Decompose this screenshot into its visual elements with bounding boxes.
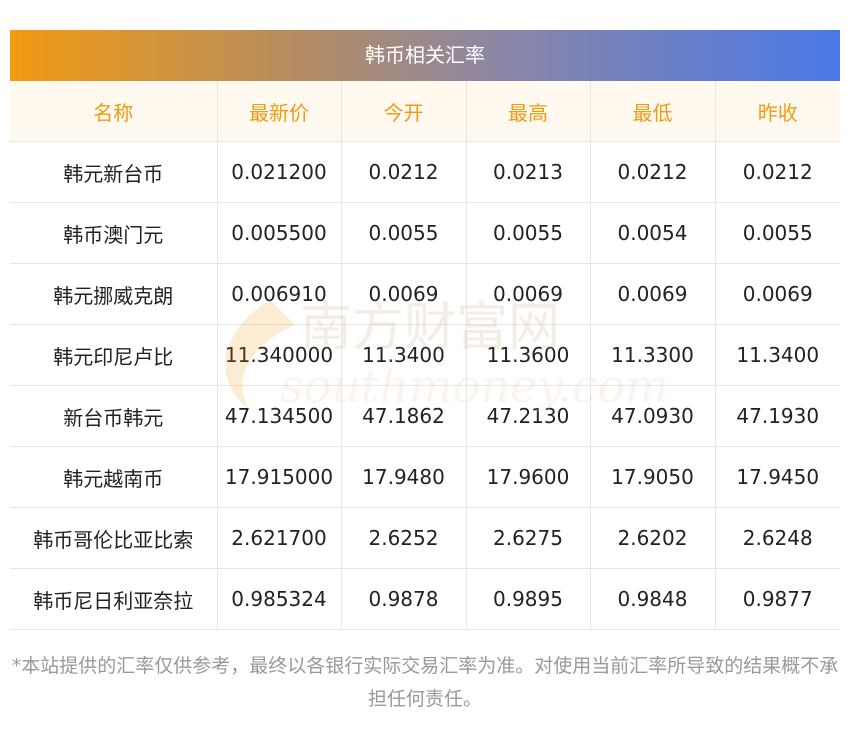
col-header-open: 今开 [341, 81, 467, 142]
cell-open: 0.0069 [341, 263, 467, 325]
cell-latest: 11.340000 [217, 324, 342, 386]
cell-name: 韩币澳门元 [10, 202, 218, 264]
cell-open: 17.9480 [341, 446, 467, 508]
table-row: 新台币韩元 47.134500 47.1862 47.2130 47.0930 … [10, 385, 840, 447]
cell-open: 0.0212 [341, 141, 467, 203]
cell-open: 47.1862 [341, 385, 467, 447]
cell-prev-close: 47.1930 [715, 385, 840, 447]
cell-prev-close: 0.0055 [715, 202, 840, 264]
table-title: 韩币相关汇率 [10, 30, 840, 81]
cell-latest: 0.021200 [217, 141, 342, 203]
cell-low: 2.6202 [590, 507, 716, 569]
cell-name: 韩元新台币 [10, 141, 218, 203]
cell-name: 韩币哥伦比亚比索 [10, 507, 218, 569]
cell-high: 2.6275 [466, 507, 591, 569]
cell-high: 0.9895 [466, 568, 591, 630]
cell-name: 新台币韩元 [10, 385, 218, 447]
col-header-low: 最低 [590, 81, 716, 142]
cell-prev-close: 2.6248 [715, 507, 840, 569]
table-row: 韩元越南币 17.915000 17.9480 17.9600 17.9050 … [10, 446, 840, 508]
table-row: 韩币尼日利亚奈拉 0.985324 0.9878 0.9895 0.9848 0… [10, 568, 840, 630]
cell-high: 0.0069 [466, 263, 591, 325]
cell-low: 0.0054 [590, 202, 716, 264]
cell-prev-close: 0.0212 [715, 141, 840, 203]
cell-low: 0.9848 [590, 568, 716, 630]
header-row: 名称 最新价 今开 最高 最低 昨收 [10, 81, 840, 142]
cell-open: 2.6252 [341, 507, 467, 569]
table-row: 韩元印尼卢比 11.340000 11.3400 11.3600 11.3300… [10, 324, 840, 386]
cell-low: 0.0069 [590, 263, 716, 325]
col-header-latest: 最新价 [217, 81, 342, 142]
cell-low: 0.0212 [590, 141, 716, 203]
cell-latest: 17.915000 [217, 446, 342, 508]
table-row: 韩币澳门元 0.005500 0.0055 0.0055 0.0054 0.00… [10, 202, 840, 264]
col-header-name: 名称 [10, 81, 218, 142]
col-header-prev-close: 昨收 [715, 81, 840, 142]
cell-open: 0.9878 [341, 568, 467, 630]
cell-open: 0.0055 [341, 202, 467, 264]
cell-latest: 0.006910 [217, 263, 342, 325]
cell-prev-close: 17.9450 [715, 446, 840, 508]
cell-high: 11.3600 [466, 324, 591, 386]
table-row: 韩元挪威克朗 0.006910 0.0069 0.0069 0.0069 0.0… [10, 263, 840, 325]
cell-open: 11.3400 [341, 324, 467, 386]
cell-name: 韩元印尼卢比 [10, 324, 218, 386]
col-header-high: 最高 [466, 81, 591, 142]
cell-prev-close: 0.9877 [715, 568, 840, 630]
cell-high: 17.9600 [466, 446, 591, 508]
cell-low: 47.0930 [590, 385, 716, 447]
cell-latest: 0.005500 [217, 202, 342, 264]
cell-name: 韩币尼日利亚奈拉 [10, 568, 218, 630]
rate-table: 名称 最新价 今开 最高 最低 昨收 韩元新台币 0.021200 0.0212… [10, 81, 840, 630]
cell-low: 17.9050 [590, 446, 716, 508]
cell-prev-close: 11.3400 [715, 324, 840, 386]
cell-prev-close: 0.0069 [715, 263, 840, 325]
cell-name: 韩元越南币 [10, 446, 218, 508]
cell-high: 47.2130 [466, 385, 591, 447]
disclaimer-note: *本站提供的汇率仅供参考，最终以各银行实际交易汇率为准。对使用当前汇率所导致的结… [11, 655, 839, 710]
cell-high: 0.0055 [466, 202, 591, 264]
cell-name: 韩元挪威克朗 [10, 263, 218, 325]
cell-low: 11.3300 [590, 324, 716, 386]
rate-card: 韩币相关汇率 名称 最新价 今开 最高 最低 昨收 韩元新台币 0.021200… [10, 30, 840, 630]
cell-latest: 47.134500 [217, 385, 342, 447]
cell-latest: 2.621700 [217, 507, 342, 569]
table-row: 韩元新台币 0.021200 0.0212 0.0213 0.0212 0.02… [10, 141, 840, 203]
table-row: 韩币哥伦比亚比索 2.621700 2.6252 2.6275 2.6202 2… [10, 507, 840, 569]
cell-latest: 0.985324 [217, 568, 342, 630]
cell-high: 0.0213 [466, 141, 591, 203]
